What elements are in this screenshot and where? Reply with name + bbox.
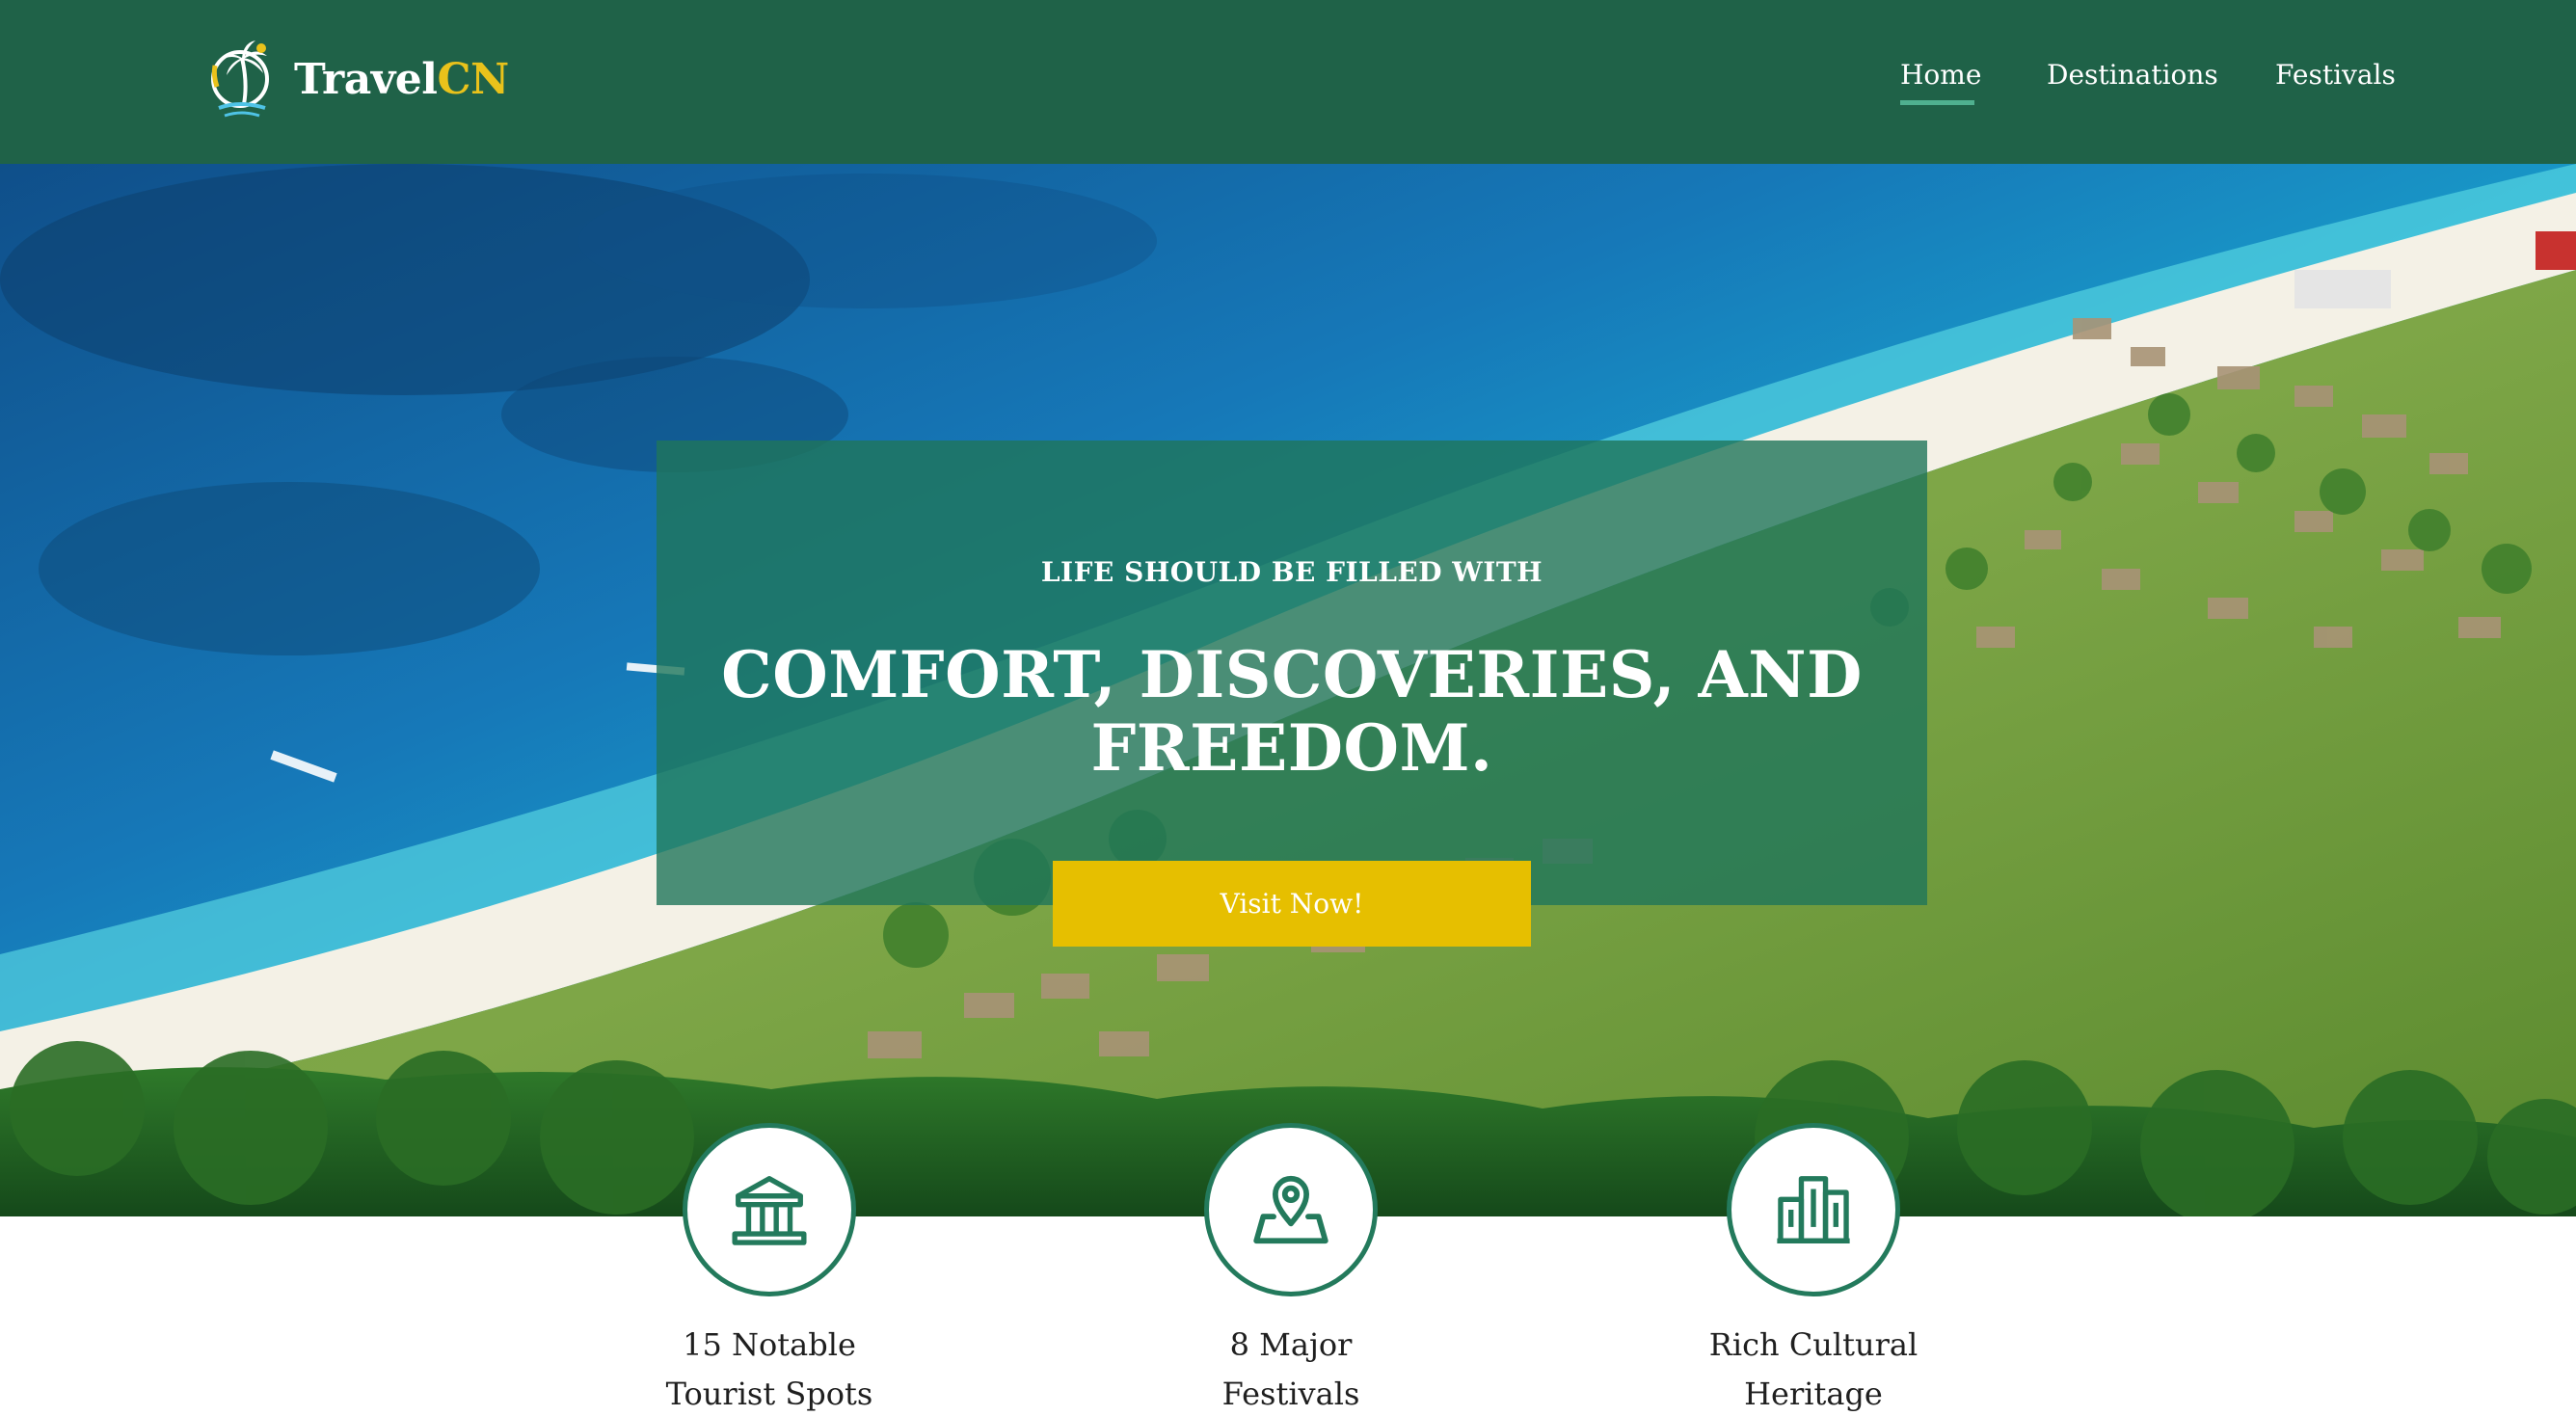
- feature-label: 8 Major Festivals: [1098, 1321, 1484, 1416]
- hero-section: LIFE SHOULD BE FILLED WITH COMFORT, DISC…: [0, 164, 2576, 1216]
- visit-now-button[interactable]: Visit Now!: [1053, 861, 1531, 947]
- feature-icon-circle: [1204, 1123, 1378, 1296]
- hero-title: COMFORT, DISCOVERIES, AND FREEDOM.: [657, 638, 1927, 785]
- hero-title-line2: FREEDOM.: [1090, 710, 1493, 786]
- hero-title-line1: COMFORT, DISCOVERIES, AND: [721, 637, 1863, 712]
- feature-label-line2: Festivals: [1221, 1376, 1360, 1412]
- feature-label: Rich Cultural Heritage: [1621, 1321, 2006, 1416]
- feature-label: 15 Notable Tourist Spots: [577, 1321, 962, 1416]
- nav-home-link[interactable]: Home: [1900, 56, 1981, 94]
- feature-label-line1: Rich Cultural: [1708, 1326, 1919, 1363]
- feature-icon-circle: [683, 1123, 856, 1296]
- landmark-icon: [732, 1176, 807, 1245]
- hero-overlay-box: LIFE SHOULD BE FILLED WITH COMFORT, DISC…: [657, 441, 1927, 905]
- feature-label-line1: 8 Major: [1229, 1326, 1353, 1363]
- nav-destinations-link[interactable]: Destinations: [2047, 56, 2218, 94]
- nav-festivals-link[interactable]: Festivals: [2275, 56, 2396, 94]
- hero-subtitle: LIFE SHOULD BE FILLED WITH: [1040, 556, 1543, 588]
- site-header: TravelCN Home Destinations Festivals: [0, 0, 2576, 164]
- nav-active-indicator: [1900, 100, 1974, 105]
- main-nav: Home Destinations Festivals: [0, 56, 2576, 114]
- feature-label-line2: Tourist Spots: [665, 1376, 873, 1412]
- feature-label-line2: Heritage: [1744, 1376, 1883, 1412]
- map-pin-icon: [1253, 1175, 1328, 1244]
- feature-label-line1: 15 Notable: [683, 1326, 856, 1363]
- buildings-icon: [1777, 1176, 1850, 1243]
- feature-icon-circle: [1727, 1123, 1900, 1296]
